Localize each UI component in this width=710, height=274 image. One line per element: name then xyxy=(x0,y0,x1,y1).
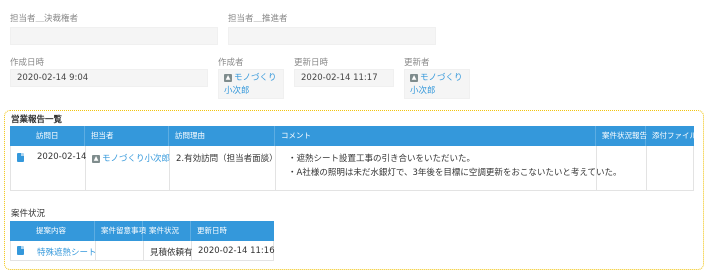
user-badge-icon: ▲ xyxy=(224,73,232,82)
table-row[interactable]: 特殊遮熱シート 見積依頼有 2020-02-14 11:16 xyxy=(10,241,275,261)
table-row[interactable]: 2020-02-14 ▲ モノづくり小次郎 2.有効訪問（担当者面談） ・遮熱シー… xyxy=(10,146,694,191)
case-proposal-link[interactable]: 特殊遮熱シート xyxy=(37,248,97,258)
comment-line-1: ・遮熱シート設置工事の引き合いをいただいた。 xyxy=(288,154,476,164)
col-comment[interactable]: コメント xyxy=(275,126,596,146)
updated-label: 更新日時 xyxy=(294,58,329,68)
col-reason[interactable]: 訪問理由 xyxy=(169,126,275,146)
row-icon-cell[interactable] xyxy=(11,146,31,190)
case-proposal: 特殊遮熱シート xyxy=(31,241,97,260)
creator-link[interactable]: モノづくり xyxy=(234,73,277,83)
document-icon[interactable] xyxy=(17,246,24,255)
kessai-field[interactable] xyxy=(10,27,218,45)
updater-link[interactable]: モノづくり xyxy=(420,73,463,83)
row-case-report xyxy=(597,146,647,190)
row-attachment xyxy=(647,146,693,190)
col-updated[interactable]: 更新日時 xyxy=(191,221,274,241)
creator-label: 作成者 xyxy=(218,58,244,68)
case-status-title: 案件状況 xyxy=(11,209,46,219)
updater-link-2[interactable]: 小次郎 xyxy=(410,86,436,96)
col-proposal[interactable]: 提案内容 xyxy=(30,221,95,241)
case-status-header: 提案内容 案件留意事項 案件状況 更新日時 xyxy=(10,221,274,241)
row-date: 2020-02-14 xyxy=(31,146,86,190)
creator-link-2[interactable]: 小次郎 xyxy=(224,86,250,96)
col-attachment[interactable]: 添付ファイル xyxy=(646,126,697,146)
user-badge-icon: ▲ xyxy=(410,73,418,82)
col-status[interactable]: 案件状況 xyxy=(143,221,191,241)
sales-report-title: 営業報告一覧 xyxy=(11,115,63,125)
comment-line-2: ・A社様の照明は未だ水銀灯で、3年後を目標に空調更新をおこないたいと考えていた。 xyxy=(288,168,622,178)
case-icon-cell[interactable] xyxy=(11,241,31,260)
suishin-label: 担当者＿推進者 xyxy=(228,14,288,24)
row-comment: ・遮熱シート設置工事の引き合いをいただいた。 ・A社様の照明は未だ水銀灯で、3年… xyxy=(276,146,621,190)
row-person: ▲ モノづくり小次郎 xyxy=(86,146,170,190)
sales-report-header: 訪問日 担当者 訪問理由 コメント 案件状況報告 添付ファイル xyxy=(10,126,697,146)
col-notes[interactable]: 案件留意事項 xyxy=(95,221,146,241)
col-case-report[interactable]: 案件状況報告 xyxy=(596,126,647,146)
updated-value: 2020-02-14 11:17 xyxy=(294,69,394,87)
suishin-field[interactable] xyxy=(228,27,436,45)
case-updated: 2020-02-14 11:16 xyxy=(198,246,275,256)
row-reason: 2.有効訪問（担当者面談） xyxy=(170,146,278,190)
created-value: 2020-02-14 9:04 xyxy=(10,69,208,87)
created-label: 作成日時 xyxy=(10,58,45,68)
user-badge-icon: ▲ xyxy=(92,154,100,163)
document-icon[interactable] xyxy=(17,153,24,162)
creator-box: ▲ モノづくり 小次郎 xyxy=(218,69,284,99)
col-person[interactable]: 担当者 xyxy=(85,126,169,146)
updater-box: ▲ モノづくり 小次郎 xyxy=(404,69,470,99)
updater-label: 更新者 xyxy=(404,58,430,68)
case-status: 見積依頼有 xyxy=(144,241,193,260)
col-visit-date[interactable]: 訪問日 xyxy=(30,126,85,146)
row-person-link[interactable]: モノづくり小次郎 xyxy=(102,154,170,164)
case-notes xyxy=(96,241,144,260)
kessai-label: 担当者＿決裁権者 xyxy=(10,14,79,24)
